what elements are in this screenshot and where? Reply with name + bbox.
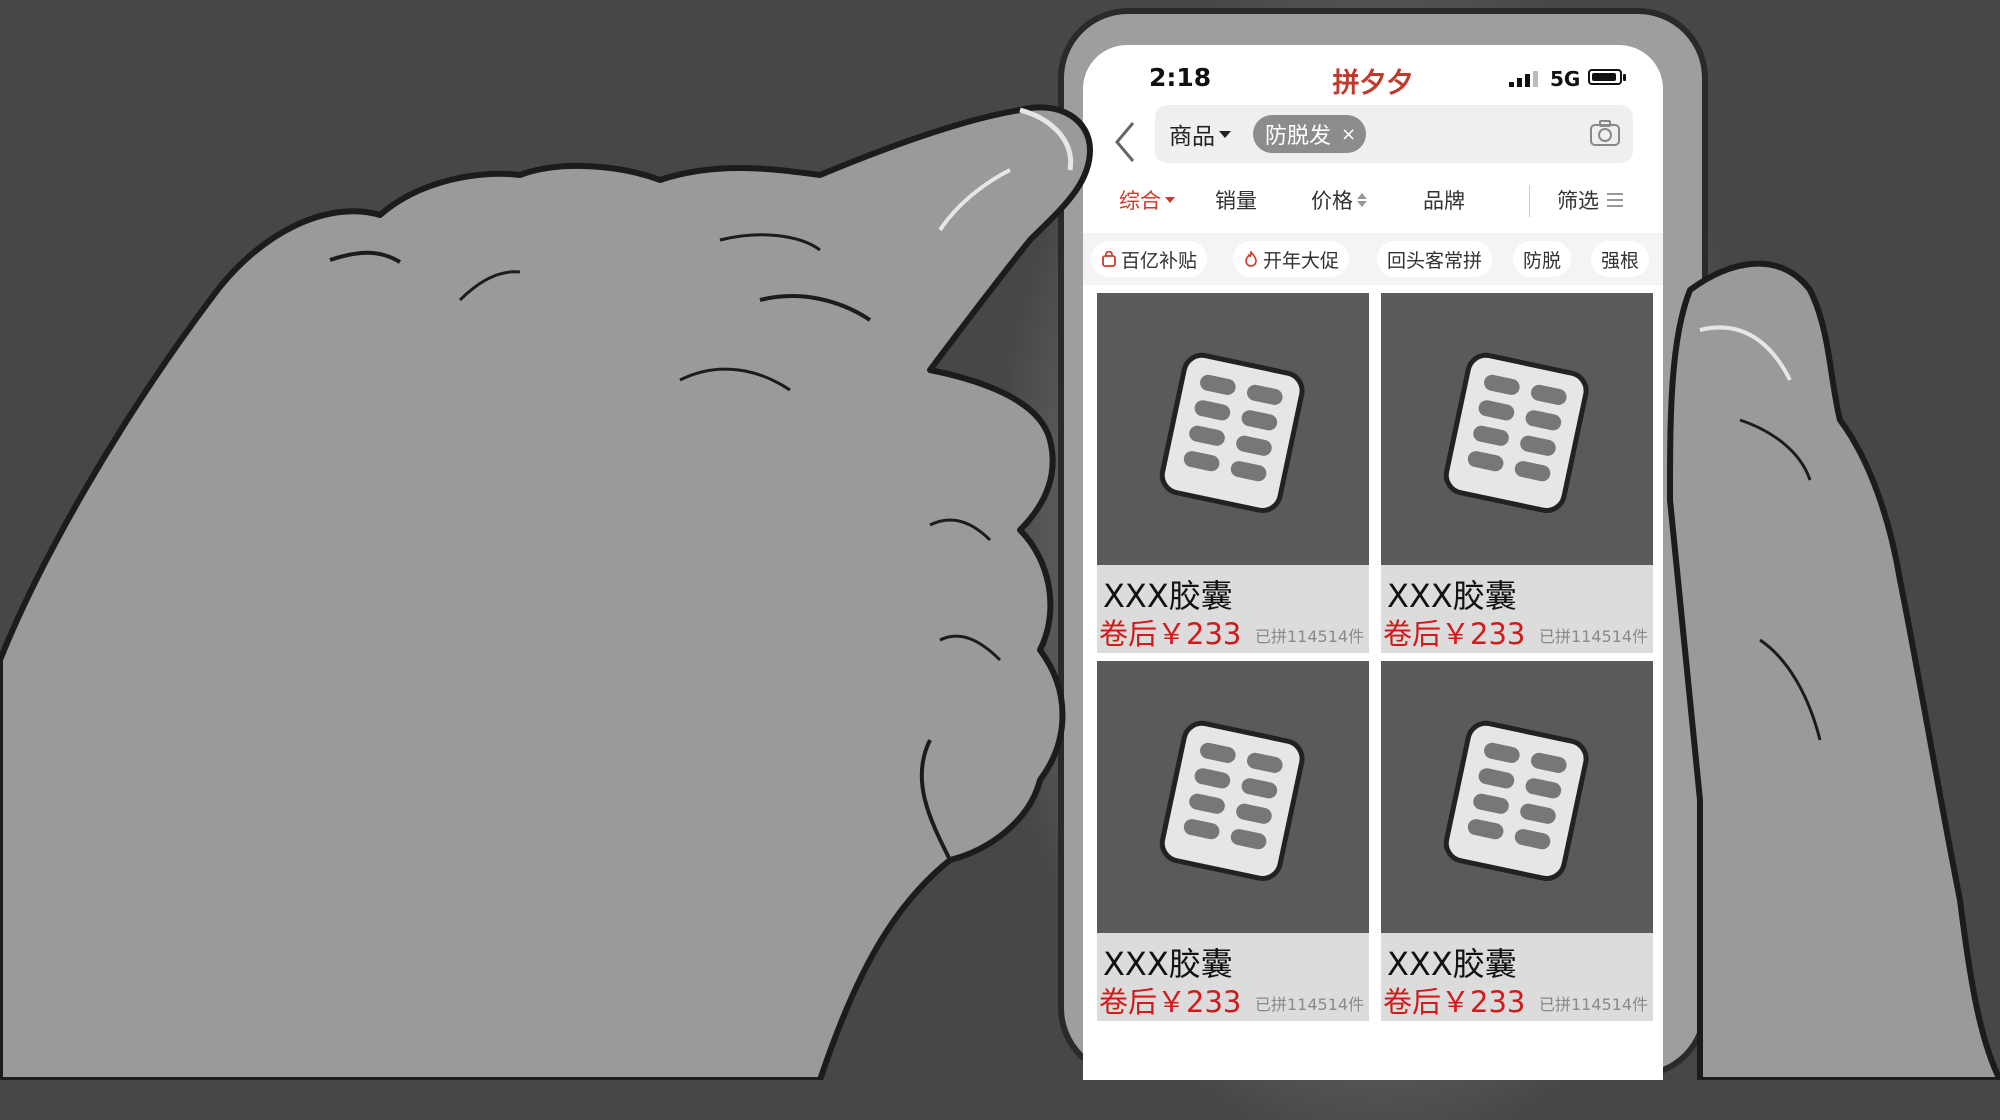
filter-chips: 百亿补贴 开年大促 回头客常拼 防脱 强根 xyxy=(1083,233,1663,285)
chip-repeat-customer-label: 回头客常拼 xyxy=(1387,249,1483,272)
chip-strengthen-roots[interactable]: 强根 xyxy=(1591,241,1650,277)
product-image xyxy=(1381,661,1653,933)
product-image xyxy=(1381,293,1653,565)
flame-icon xyxy=(1245,251,1257,267)
chip-new-year-sale-label: 开年大促 xyxy=(1263,249,1340,272)
search-bar[interactable]: 商品 防脱发 × xyxy=(1155,105,1633,163)
chip-anti-hair-loss-label: 防脱 xyxy=(1523,249,1562,272)
search-keyword-tag[interactable]: 防脱发 × xyxy=(1253,115,1367,153)
sort-bar: 综合 销量 价格 品牌 筛选 xyxy=(1083,175,1663,225)
sort-sales[interactable]: 销量 xyxy=(1215,185,1257,215)
product-sold-count: 已拼114514件 xyxy=(1255,627,1365,646)
status-bar: 2:18 拼夕夕 5G xyxy=(1083,45,1663,107)
product-sold-count: 已拼114514件 xyxy=(1255,995,1365,1014)
sort-arrows-icon xyxy=(1357,193,1367,207)
product-sold-count: 已拼114514件 xyxy=(1539,627,1649,646)
close-icon[interactable]: × xyxy=(1341,124,1356,145)
product-card[interactable]: XXX胶囊 卷后￥233 已拼114514件 xyxy=(1097,293,1369,653)
sort-price[interactable]: 价格 xyxy=(1311,185,1367,215)
network-label: 5G xyxy=(1550,67,1581,91)
product-price: 卷后￥233 xyxy=(1383,985,1526,1019)
sort-brand[interactable]: 品牌 xyxy=(1423,185,1465,215)
product-grid: XXX胶囊 卷后￥233 已拼114514件 XXX胶囊 卷后￥233 已拼11… xyxy=(1097,293,1653,1080)
sort-price-label: 价格 xyxy=(1311,189,1353,213)
phone-screen: 2:18 拼夕夕 5G 商品 防脱发 × 综合 销量 价格 品牌 筛选 百亿补贴… xyxy=(1083,45,1663,1080)
chip-repeat-customer[interactable]: 回头客常拼 xyxy=(1377,241,1493,277)
filter-button[interactable]: 筛选 xyxy=(1557,185,1623,215)
left-hand xyxy=(0,104,1093,1080)
product-image xyxy=(1097,293,1369,565)
filter-label: 筛选 xyxy=(1557,189,1599,213)
illustration-scene: 2:18 拼夕夕 5G 商品 防脱发 × 综合 销量 价格 品牌 筛选 百亿补贴… xyxy=(0,0,2000,1120)
chip-strengthen-roots-label: 强根 xyxy=(1601,249,1640,272)
chip-anti-hair-loss[interactable]: 防脱 xyxy=(1513,241,1572,277)
product-image xyxy=(1097,661,1369,933)
pill-blister-icon xyxy=(1443,720,1589,882)
chip-subsidy-label: 百亿补贴 xyxy=(1121,249,1198,272)
product-card[interactable]: XXX胶囊 卷后￥233 已拼114514件 xyxy=(1381,293,1653,653)
bag-icon xyxy=(1102,251,1116,267)
chevron-down-icon xyxy=(1219,130,1231,138)
sort-sales-label: 销量 xyxy=(1215,189,1257,213)
product-price: 卷后￥233 xyxy=(1099,617,1242,651)
search-keyword-label: 防脱发 xyxy=(1265,124,1332,149)
signal-icon xyxy=(1509,71,1538,87)
sort-divider xyxy=(1529,185,1530,217)
pill-blister-icon xyxy=(1443,352,1589,514)
product-sold-count: 已拼114514件 xyxy=(1539,995,1649,1014)
sort-comprehensive-label: 综合 xyxy=(1119,189,1161,213)
battery-icon xyxy=(1588,69,1622,85)
battery-cap xyxy=(1623,74,1626,81)
pill-blister-icon xyxy=(1159,720,1305,882)
pill-blister-icon xyxy=(1159,352,1305,514)
sort-comprehensive[interactable]: 综合 xyxy=(1119,185,1175,215)
filter-icon xyxy=(1607,193,1623,207)
search-scope-label: 商品 xyxy=(1169,124,1215,150)
chip-subsidy[interactable]: 百亿补贴 xyxy=(1091,241,1208,277)
chevron-down-icon xyxy=(1165,197,1175,203)
product-price: 卷后￥233 xyxy=(1099,985,1242,1019)
back-arrow-icon[interactable] xyxy=(1111,117,1141,167)
chip-new-year-sale[interactable]: 开年大促 xyxy=(1233,241,1350,277)
camera-icon[interactable] xyxy=(1589,119,1621,147)
product-card[interactable]: XXX胶囊 卷后￥233 已拼114514件 xyxy=(1097,661,1369,1021)
sort-brand-label: 品牌 xyxy=(1423,189,1465,213)
search-scope-dropdown[interactable]: 商品 xyxy=(1169,117,1231,151)
product-price: 卷后￥233 xyxy=(1383,617,1526,651)
product-card[interactable]: XXX胶囊 卷后￥233 已拼114514件 xyxy=(1381,661,1653,1021)
